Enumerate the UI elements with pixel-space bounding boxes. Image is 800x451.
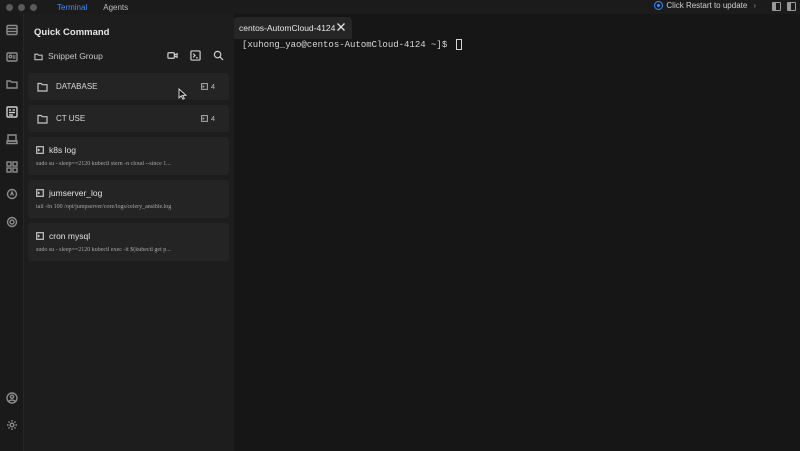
settings-icon[interactable] (5, 418, 19, 432)
snippet-name: jumserver_log (49, 188, 103, 198)
snippet-group-label: Snippet Group (48, 51, 103, 61)
snippet-command: sudo su - sleep==2120 kubectl exec -it $… (36, 247, 171, 253)
snippets-icon[interactable] (5, 105, 19, 119)
folder-count-value: 4 (210, 82, 215, 91)
window-controls (6, 3, 37, 11)
new-snippet-icon[interactable] (190, 50, 201, 61)
plugin-icon[interactable] (5, 215, 19, 229)
folder-icon (37, 114, 48, 124)
folder-icon (37, 82, 48, 92)
snippet-name: cron mysql (49, 231, 91, 241)
folder-item-ct-use[interactable]: CT USE 4 (28, 105, 229, 132)
snippet-header: cron mysql (36, 231, 90, 241)
layout-toggles (772, 2, 796, 11)
drive-icon[interactable] (5, 132, 19, 146)
terminal-tab[interactable]: centos-AutomCloud-4124 (234, 17, 352, 39)
snippet-command: sudo su - sleep==2120 kubectl stern -n c… (36, 161, 171, 167)
folder-icon[interactable] (5, 77, 19, 91)
snippet-icon (36, 146, 44, 154)
snippet-group-selector[interactable]: Snippet Group (34, 51, 103, 61)
tab-agents[interactable]: Agents (97, 2, 134, 13)
folder-name: DATABASE (56, 82, 98, 91)
panel-toolbar (167, 50, 224, 61)
users-icon[interactable] (5, 50, 19, 64)
panel-title: Quick Command (34, 27, 110, 38)
snippet-item[interactable]: jumserver_log tail -fn 100 /opt/jumpserv… (28, 180, 229, 218)
close-icon[interactable] (336, 22, 346, 32)
left-rail (0, 14, 24, 451)
folder-count-value: 4 (210, 114, 215, 123)
title-bar: Terminal Agents Click Restart to update … (0, 0, 800, 14)
toggle-left-panel-icon[interactable] (772, 2, 781, 11)
apps-icon[interactable] (5, 160, 19, 174)
folder-icon (34, 53, 43, 60)
update-icon (654, 1, 664, 10)
chevron-right-icon: › (753, 1, 756, 10)
minimize-window-button[interactable] (18, 3, 25, 11)
terminal-cursor (455, 39, 462, 50)
update-label: Click Restart to update (666, 1, 748, 10)
hosts-icon[interactable] (5, 23, 19, 37)
snippet-command: tail -fn 100 /opt/jumpserver/core/logs/c… (36, 204, 172, 210)
zoom-window-button[interactable] (30, 3, 37, 11)
snippet-count-icon (200, 115, 208, 122)
toggle-right-panel-icon[interactable] (787, 2, 796, 11)
search-icon[interactable] (213, 50, 224, 61)
terminal-prompt: [xuhong_yao@centos-AutomCloud-4124 ~]$ (242, 39, 453, 50)
terminal-tab-title: centos-AutomCloud-4124 (239, 23, 336, 33)
mouse-pointer-icon (178, 88, 187, 100)
restart-update-button[interactable]: Click Restart to update › (654, 1, 756, 10)
snippet-header: k8s log (36, 145, 76, 155)
folder-name: CT USE (56, 114, 86, 123)
folder-count: 4 (200, 114, 215, 123)
record-icon[interactable] (167, 50, 178, 61)
terminal-prompt-line: [xuhong_yao@centos-AutomCloud-4124 ~]$ (242, 39, 462, 50)
snippet-name: k8s log (49, 145, 76, 155)
folder-item-database[interactable]: DATABASE 4 (28, 73, 229, 100)
snippet-icon (36, 189, 44, 197)
account-icon[interactable] (5, 391, 19, 405)
terminal-area[interactable]: centos-AutomCloud-4124 [xuhong_yao@cento… (234, 14, 800, 451)
snippet-icon (36, 232, 44, 240)
snippet-header: jumserver_log (36, 188, 102, 198)
top-tabs: Terminal Agents (51, 2, 134, 13)
snippet-item[interactable]: cron mysql sudo su - sleep==2120 kubectl… (28, 223, 229, 261)
snippet-count-icon (200, 83, 208, 90)
ai-assistant-icon[interactable] (5, 187, 19, 201)
tab-terminal[interactable]: Terminal (51, 2, 93, 13)
folder-count: 4 (200, 82, 215, 91)
close-window-button[interactable] (6, 3, 13, 11)
quick-command-panel: Quick Command Snippet Group DATABASE 4 C… (24, 14, 234, 451)
snippet-item[interactable]: k8s log sudo su - sleep==2120 kubectl st… (28, 137, 229, 175)
